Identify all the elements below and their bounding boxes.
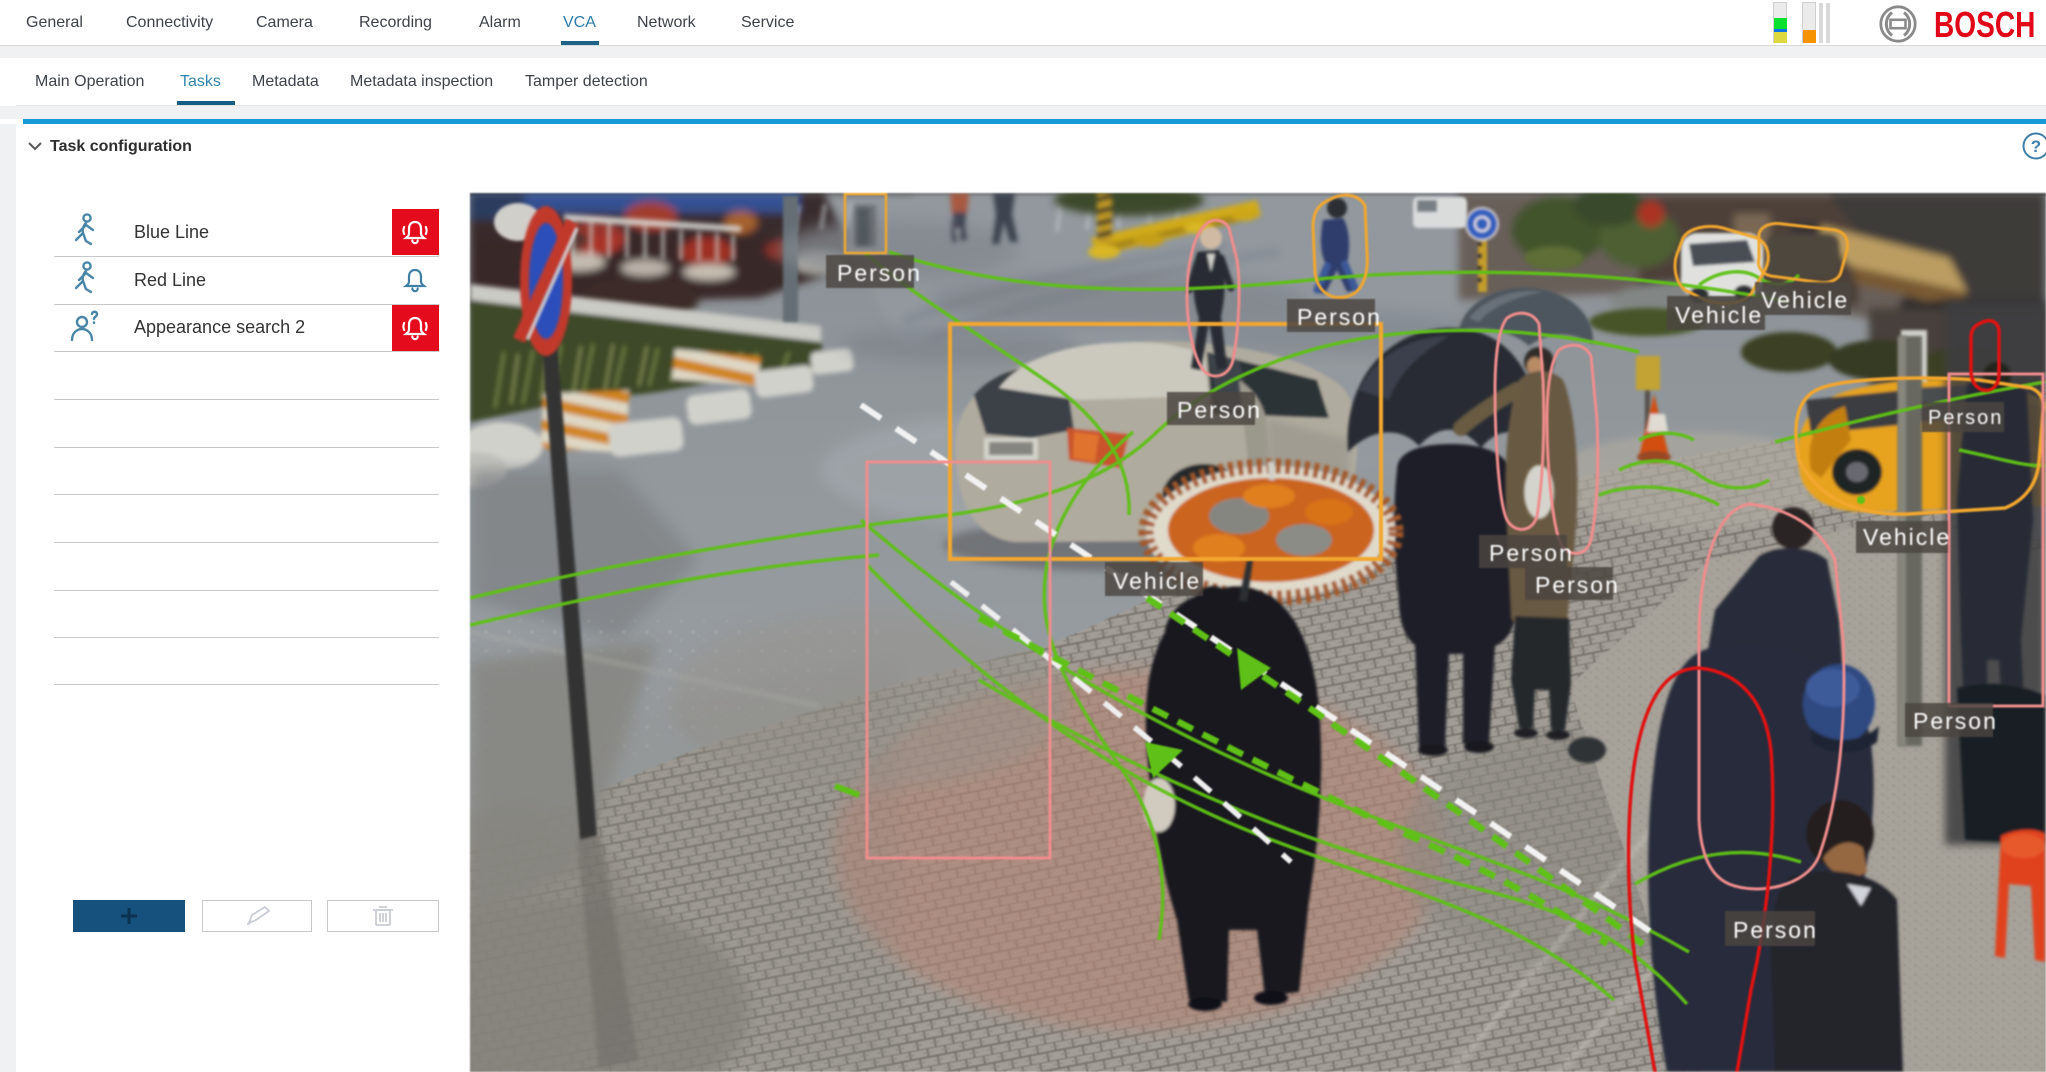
- svg-text:Person: Person: [1733, 917, 1818, 943]
- svg-text:Vehicle: Vehicle: [1863, 524, 1951, 550]
- svg-text:Vehicle: Vehicle: [1761, 287, 1849, 313]
- svg-text:Person: Person: [837, 260, 922, 286]
- svg-text:Person: Person: [1913, 708, 1998, 734]
- svg-text:Person: Person: [1489, 540, 1574, 566]
- svg-text:?: ?: [2031, 137, 2041, 156]
- svg-text:Person: Person: [1928, 407, 2003, 429]
- svg-text:Person: Person: [1177, 397, 1262, 423]
- svg-text:Person: Person: [1297, 304, 1382, 330]
- svg-text:Vehicle: Vehicle: [1675, 302, 1763, 328]
- svg-text:Vehicle: Vehicle: [1113, 568, 1201, 594]
- svg-text:Person: Person: [1535, 572, 1620, 598]
